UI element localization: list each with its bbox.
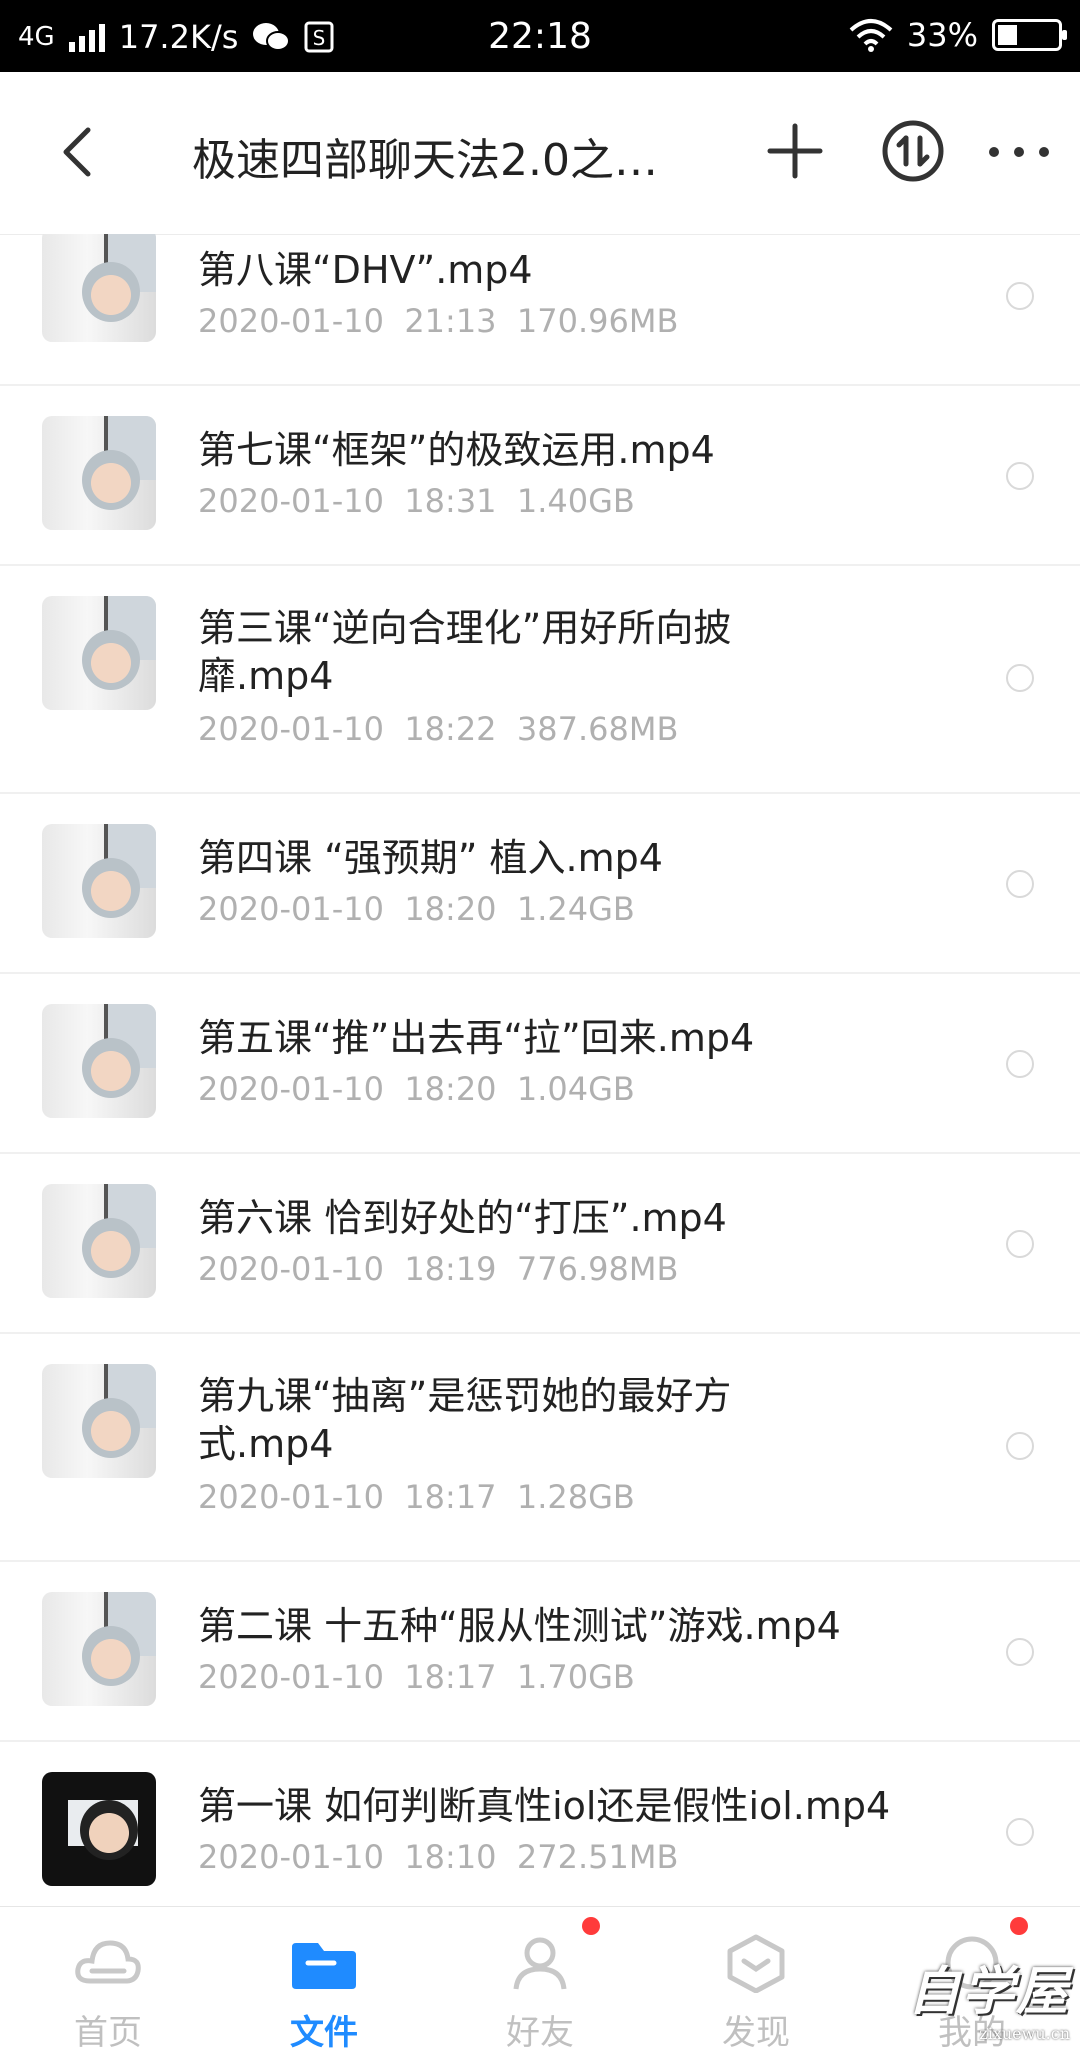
file-name: 第六课 恰到好处的“打压”.mp4	[198, 1196, 727, 1240]
status-bar: 4G 17.2K/s S 22:18 33%	[0, 0, 1080, 72]
notification-badge	[1010, 1917, 1028, 1935]
select-radio[interactable]	[1006, 1050, 1034, 1078]
cloud-icon	[75, 1940, 141, 1984]
file-meta: 2020-01-10 18:17 1.28GB	[198, 1478, 635, 1516]
file-row[interactable]: 第六课 恰到好处的“打压”.mp4 2020-01-10 18:19 776.9…	[0, 1154, 1080, 1334]
tab-files[interactable]: 文件	[216, 1907, 432, 2055]
file-name: 第七课“框架”的极致运用.mp4	[198, 428, 715, 472]
file-meta: 2020-01-10 18:31 1.40GB	[198, 482, 635, 520]
file-row[interactable]: 第八课“DHV”.mp4 2020-01-10 21:13 170.96MB	[0, 234, 1080, 386]
select-radio[interactable]	[1006, 1818, 1034, 1846]
file-row[interactable]: 第七课“框架”的极致运用.mp4 2020-01-10 18:31 1.40GB	[0, 386, 1080, 566]
video-thumbnail	[42, 234, 156, 342]
header-bar: 极速四部聊天法2.0之…	[0, 72, 1080, 235]
video-thumbnail	[42, 1364, 156, 1478]
folder-icon	[292, 1943, 356, 1989]
select-radio[interactable]	[1006, 462, 1034, 490]
select-radio[interactable]	[1006, 664, 1034, 692]
file-row[interactable]: 第一课 如何判断真性iol还是假性iol.mp4 2020-01-10 18:1…	[0, 1742, 1080, 1906]
battery-icon	[992, 19, 1067, 51]
transfer-icon[interactable]	[880, 118, 946, 184]
video-thumbnail	[42, 824, 156, 938]
plus-icon[interactable]	[762, 118, 828, 184]
tab-label: 文件	[290, 2013, 358, 2053]
file-name: 第八课“DHV”.mp4	[198, 248, 533, 292]
select-radio[interactable]	[1006, 282, 1034, 310]
watermark-logo: 自学屋	[907, 1961, 1070, 2022]
file-row[interactable]: 第二课 十五种“服从性测试”游戏.mp4 2020-01-10 18:17 1.…	[0, 1562, 1080, 1742]
file-row[interactable]: 第三课“逆向合理化”用好所向披靡.mp4 2020-01-10 18:22 38…	[0, 566, 1080, 794]
watermark-url: zixuewu.cn	[979, 2024, 1070, 2043]
select-radio[interactable]	[1006, 1638, 1034, 1666]
more-icon[interactable]	[984, 132, 1054, 172]
file-list: 第八课“DHV”.mp4 2020-01-10 21:13 170.96MB 第…	[0, 234, 1080, 1906]
file-name: 第五课“推”出去再“拉”回来.mp4	[198, 1016, 755, 1060]
bottom-nav: 首页 文件 好友 发现 我的 自学屋 zixuewu.cn	[0, 1906, 1080, 2055]
tab-label: 发现	[722, 2013, 790, 2053]
watermark: 自学屋 zixuewu.cn	[890, 1949, 1070, 2047]
battery-level	[998, 25, 1017, 45]
file-name: 第三课“逆向合理化”用好所向披靡.mp4	[198, 606, 732, 698]
file-row[interactable]: 第九课“抽离”是惩罚她的最好方式.mp4 2020-01-10 18:17 1.…	[0, 1334, 1080, 1562]
file-meta: 2020-01-10 18:20 1.04GB	[198, 1070, 635, 1108]
select-radio[interactable]	[1006, 870, 1034, 898]
video-thumbnail	[42, 596, 156, 710]
tab-home[interactable]: 首页	[0, 1907, 216, 2055]
file-meta: 2020-01-10 21:13 170.96MB	[198, 302, 679, 340]
video-thumbnail	[42, 1772, 156, 1886]
file-meta: 2020-01-10 18:19 776.98MB	[198, 1250, 679, 1288]
file-name: 第二课 十五种“服从性测试”游戏.mp4	[198, 1604, 841, 1648]
video-thumbnail	[42, 1592, 156, 1706]
video-thumbnail	[42, 416, 156, 530]
file-meta: 2020-01-10 18:17 1.70GB	[198, 1658, 635, 1696]
video-thumbnail	[42, 1184, 156, 1298]
select-radio[interactable]	[1006, 1432, 1034, 1460]
file-meta: 2020-01-10 18:20 1.24GB	[198, 890, 635, 928]
file-name: 第九课“抽离”是惩罚她的最好方式.mp4	[198, 1374, 732, 1466]
tab-friends[interactable]: 好友	[432, 1907, 648, 2055]
friends-icon	[513, 1937, 567, 1990]
tab-label: 好友	[506, 2013, 574, 2053]
wifi-icon	[849, 19, 893, 52]
file-row[interactable]: 第四课 “强预期” 植入.mp4 2020-01-10 18:20 1.24GB	[0, 794, 1080, 974]
file-row[interactable]: 第五课“推”出去再“拉”回来.mp4 2020-01-10 18:20 1.04…	[0, 974, 1080, 1154]
back-arrow-icon[interactable]	[50, 122, 110, 182]
discover-icon	[727, 1934, 785, 1993]
notification-badge	[582, 1917, 600, 1935]
tab-discover[interactable]: 发现	[648, 1907, 864, 2055]
page-title: 极速四部聊天法2.0之…	[192, 135, 658, 186]
file-meta: 2020-01-10 18:10 272.51MB	[198, 1838, 679, 1876]
file-name: 第一课 如何判断真性iol还是假性iol.mp4	[198, 1784, 891, 1828]
select-radio[interactable]	[1006, 1230, 1034, 1258]
tab-label: 首页	[74, 2013, 142, 2053]
file-name: 第四课 “强预期” 植入.mp4	[198, 836, 663, 880]
video-thumbnail	[42, 1004, 156, 1118]
battery-percent: 33%	[906, 16, 978, 54]
file-meta: 2020-01-10 18:22 387.68MB	[198, 710, 679, 748]
